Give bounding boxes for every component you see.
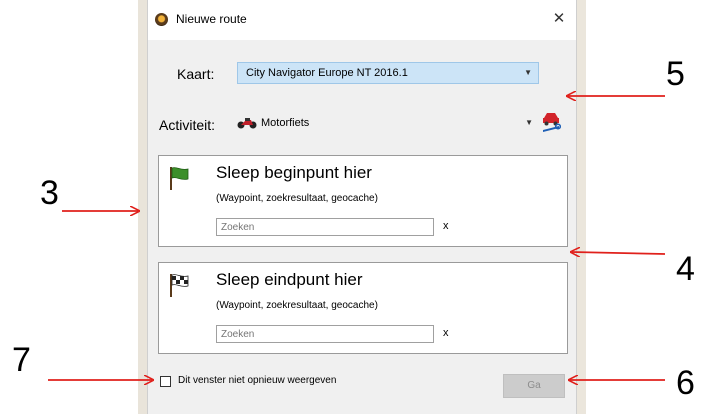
arrow-4 bbox=[572, 252, 666, 254]
annotation-arrows bbox=[48, 0, 666, 414]
annotation-4: 4 bbox=[676, 250, 695, 288]
annotation-6: 6 bbox=[676, 364, 695, 402]
annotation-3: 3 bbox=[40, 174, 59, 212]
annotation-7: 7 bbox=[12, 341, 31, 379]
annotation-5: 5 bbox=[666, 55, 685, 93]
